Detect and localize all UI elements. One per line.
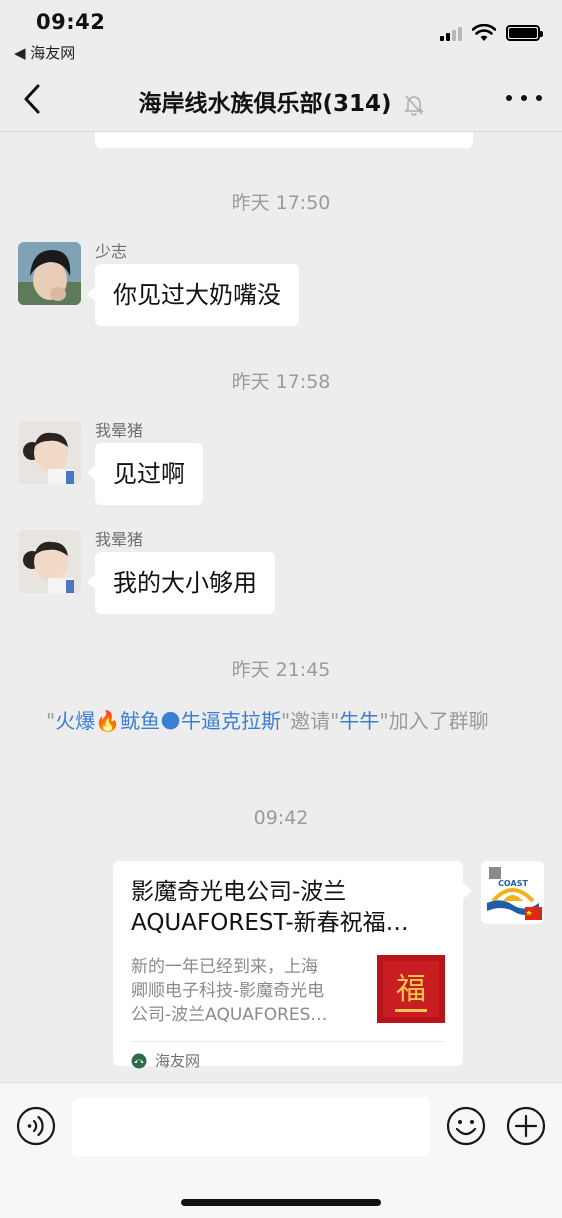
timestamp: 昨天 17:50: [231, 192, 331, 214]
system-text: "加入了群聊: [379, 709, 489, 733]
previous-message-bubble[interactable]: [95, 132, 473, 148]
message-bubble[interactable]: 我的大小够用: [87, 552, 275, 614]
link-card-description: 新的一年已经到来，上海 卿顺电子科技-影魔奇光电 公司-波兰AQUAFORES…: [131, 955, 363, 1027]
link-card-source-name: 海友网: [155, 1052, 201, 1070]
input-bar: [0, 1082, 562, 1218]
wifi-icon: [472, 24, 496, 41]
link-card-desc-line: 公司-波兰AQUAFORES…: [131, 1005, 328, 1025]
chat-area[interactable]: 昨天 17:50 少志 你见过大奶嘴没 昨天 17:58 我晕猪 见过啊 我晕猪…: [0, 132, 562, 1082]
plus-icon[interactable]: [506, 1106, 546, 1146]
link-card[interactable]: 影魔奇光电公司-波兰 AQUAFOREST-新春祝福… 新的一年已经到来，上海 …: [113, 861, 472, 1070]
my-avatar[interactable]: COAST: [481, 861, 544, 924]
chat-title-text: 海岸线水族俱乐部(314): [138, 91, 392, 117]
cellular-signal-icon: [440, 25, 462, 41]
link-card-body: 新的一年已经到来，上海 卿顺电子科技-影魔奇光电 公司-波兰AQUAFORES……: [131, 955, 445, 1027]
system-text: "邀请": [280, 709, 340, 733]
avatar[interactable]: [18, 530, 81, 593]
emoji-icon[interactable]: [446, 1106, 486, 1146]
message-bubble[interactable]: 你见过大奶嘴没: [87, 264, 299, 326]
source-logo-icon: [131, 1053, 147, 1068]
voice-icon[interactable]: [16, 1106, 56, 1146]
nav-bar: 海岸线水族俱乐部(314): [0, 66, 562, 132]
link-card-title: 影魔奇光电公司-波兰 AQUAFOREST-新春祝福…: [131, 877, 445, 941]
timestamp: 昨天 17:58: [231, 371, 331, 393]
status-time: 09:42: [36, 10, 106, 34]
link-card-source: 海友网: [131, 1042, 445, 1071]
bell-off-icon: [403, 94, 424, 116]
status-icons: [440, 24, 543, 42]
svg-text:COAST: COAST: [498, 879, 528, 888]
avatar[interactable]: [18, 421, 81, 484]
sender-name: 少志: [95, 242, 128, 261]
sender-name: 我晕猪: [95, 530, 144, 549]
inviter-link[interactable]: 火爆🔥鱿鱼🌑牛逼克拉斯: [55, 709, 281, 733]
link-card-desc-line: 新的一年已经到来，上海: [131, 957, 318, 977]
message-bubble[interactable]: 见过啊: [87, 443, 203, 505]
invitee-link[interactable]: 牛牛: [339, 709, 379, 733]
battery-icon: [506, 25, 543, 41]
timestamp: 09:42: [253, 807, 309, 829]
fu-character: 福: [396, 972, 426, 1007]
link-card-title-line: AQUAFOREST-新春祝福…: [131, 910, 409, 936]
timestamp: 昨天 21:45: [231, 659, 331, 681]
back-to-app-link[interactable]: ◀ 海友网: [14, 42, 75, 63]
link-card-thumbnail: 福: [377, 955, 445, 1023]
system-text: ": [46, 709, 56, 733]
home-indicator[interactable]: [181, 1199, 381, 1206]
status-bar: 09:42 ◀ 海友网: [0, 0, 562, 66]
link-card-title-line: 影魔奇光电公司-波兰: [131, 879, 347, 905]
link-card-desc-line: 卿顺电子科技-影魔奇光电: [131, 981, 325, 1001]
sender-name: 我晕猪: [95, 421, 144, 440]
system-notice: "火爆🔥鱿鱼🌑牛逼克拉斯"邀请"牛牛"加入了群聊: [46, 707, 526, 735]
chat-title: 海岸线水族俱乐部(314): [0, 84, 562, 118]
more-icon[interactable]: [506, 88, 542, 108]
avatar[interactable]: [18, 242, 81, 305]
message-input[interactable]: [72, 1098, 430, 1156]
